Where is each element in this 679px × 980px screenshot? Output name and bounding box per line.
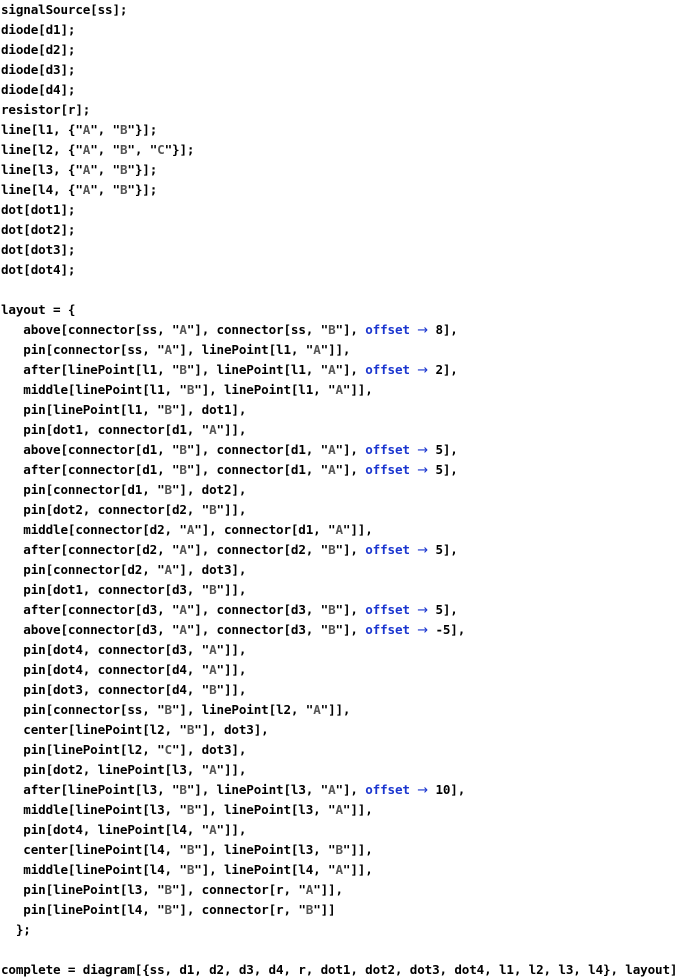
code-line: diode[d4]; [1, 82, 76, 97]
code-line: }; [1, 922, 31, 937]
code-line: dot[dot4]; [1, 262, 76, 277]
code-line: middle[connector[d2, "A"], connector[d1,… [1, 522, 373, 537]
code-line: pin[dot3, connector[d4, "B"]], [1, 682, 247, 697]
code-line: middle[linePoint[l3, "B"], linePoint[l3,… [1, 802, 373, 817]
code-line: dot[dot2]; [1, 222, 76, 237]
code-line: pin[connector[d1, "B"], dot2], [1, 482, 247, 497]
code-line: pin[linePoint[l2, "C"], dot3], [1, 742, 247, 757]
code-line: layout = { [1, 302, 76, 317]
code-line: pin[linePoint[l4, "B"], connector[r, "B"… [1, 902, 336, 917]
code-line: pin[dot2, linePoint[l3, "A"]], [1, 762, 247, 777]
code-line: pin[connector[d2, "A"], dot3], [1, 562, 247, 577]
code-line: middle[linePoint[l1, "B"], linePoint[l1,… [1, 382, 373, 397]
code-line: diode[d3]; [1, 62, 76, 77]
code-line: resistor[r]; [1, 102, 91, 117]
code-line: after[connector[d3, "A"], connector[d3, … [1, 602, 458, 618]
code-line: above[connector[ss, "A"], connector[ss, … [1, 322, 458, 338]
code-line: pin[connector[ss, "A"], linePoint[l1, "A… [1, 342, 351, 357]
code-line: after[linePoint[l1, "B"], linePoint[l1, … [1, 362, 458, 378]
code-line: center[linePoint[l4, "B"], linePoint[l3,… [1, 842, 373, 857]
code-line: complete = diagram[{ss, d1, d2, d3, d4, … [1, 962, 678, 977]
code-line: pin[dot1, connector[d1, "A"]], [1, 422, 247, 437]
code-line: line[l3, {"A", "B"}]; [1, 162, 158, 177]
code-line: middle[linePoint[l4, "B"], linePoint[l4,… [1, 862, 373, 877]
code-line: line[l1, {"A", "B"}]; [1, 122, 158, 137]
code-line: pin[dot4, connector[d4, "A"]], [1, 662, 247, 677]
code-line: after[connector[d1, "B"], connector[d1, … [1, 462, 458, 478]
code-line: pin[dot4, connector[d3, "A"]], [1, 642, 247, 657]
code-line: after[linePoint[l3, "B"], linePoint[l3, … [1, 782, 466, 798]
code-listing: signalSource[ss]; diode[d1]; diode[d2]; dio… [0, 0, 679, 980]
code-line: line[l4, {"A", "B"}]; [1, 182, 158, 197]
code-line: signalSource[ss]; [1, 2, 128, 17]
code-line: after[connector[d2, "A"], connector[d2, … [1, 542, 458, 558]
code-line: pin[linePoint[l3, "B"], connector[r, "A"… [1, 882, 343, 897]
code-line: dot[dot1]; [1, 202, 76, 217]
code-line: above[connector[d1, "B"], connector[d1, … [1, 442, 458, 458]
code-line: pin[dot4, linePoint[l4, "A"]], [1, 822, 247, 837]
code-line: pin[dot1, connector[d3, "B"]], [1, 582, 247, 597]
code-line: diode[d1]; [1, 22, 76, 37]
code-line: diode[d2]; [1, 42, 76, 57]
code-line: pin[linePoint[l1, "B"], dot1], [1, 402, 247, 417]
code-line: dot[dot3]; [1, 242, 76, 257]
code-line: line[l2, {"A", "B", "C"}]; [1, 142, 195, 157]
code-line: pin[dot2, connector[d2, "B"]], [1, 502, 247, 517]
code-line: pin[connector[ss, "B"], linePoint[l2, "A… [1, 702, 351, 717]
code-line: above[connector[d3, "A"], connector[d3, … [1, 622, 466, 638]
code-line: center[linePoint[l2, "B"], dot3], [1, 722, 269, 737]
